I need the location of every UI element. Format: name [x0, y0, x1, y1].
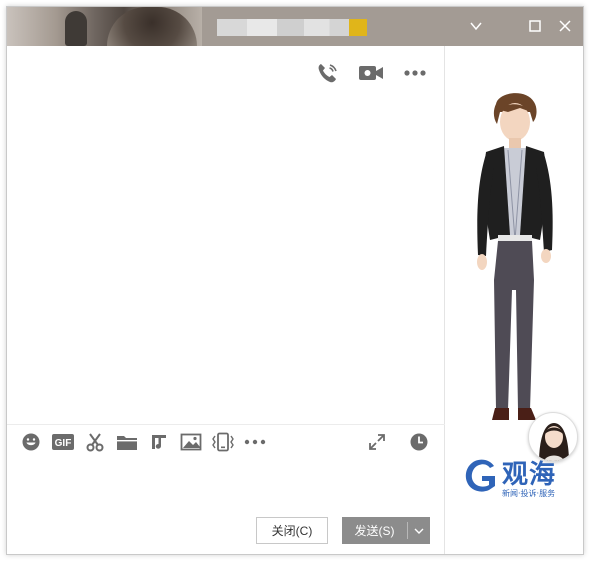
voice-call-icon[interactable] — [312, 60, 342, 86]
logo-g-icon — [465, 459, 495, 492]
chat-area: GIF 关闭(C) 发送(S) — [7, 46, 445, 554]
banner-person-large — [107, 7, 197, 46]
emoji-icon[interactable] — [15, 428, 47, 456]
maximize-icon[interactable] — [524, 15, 546, 37]
message-input[interactable] — [7, 458, 445, 518]
more-icon[interactable] — [239, 428, 271, 456]
input-toolbar: GIF — [7, 424, 445, 458]
video-call-icon[interactable] — [356, 60, 386, 86]
chevron-down-icon[interactable] — [408, 527, 430, 535]
music-icon[interactable] — [143, 428, 175, 456]
gif-label: GIF — [55, 438, 72, 449]
file-folder-icon[interactable] — [111, 428, 143, 456]
title-bar[interactable] — [7, 7, 583, 46]
toolbar-right-group — [361, 428, 435, 456]
close-button[interactable]: 关闭(C) — [256, 517, 328, 544]
side-panel: 观海 新闻·投诉·服务 — [446, 46, 583, 554]
title-banner-photo — [7, 7, 202, 46]
chat-header-actions — [312, 60, 430, 86]
brand-logo: 观海 新闻·投诉·服务 — [462, 454, 572, 498]
logo-text: 观海 — [502, 460, 557, 490]
history-clock-icon[interactable] — [403, 428, 435, 456]
close-button-label: 关闭(C) — [271, 524, 313, 538]
gif-icon[interactable]: GIF — [47, 428, 79, 456]
message-list[interactable] — [7, 96, 445, 418]
screenshot-scissors-icon[interactable] — [79, 428, 111, 456]
logo-subtitle: 新闻·投诉·服务 — [502, 489, 556, 498]
more-icon[interactable] — [400, 60, 430, 86]
expand-icon[interactable] — [361, 428, 393, 456]
banner-person-small — [65, 11, 87, 46]
chat-window: GIF 关闭(C) 发送(S) 观海 新闻·投诉·服务 — [6, 6, 584, 555]
image-icon[interactable] — [175, 428, 207, 456]
bottom-buttons: 关闭(C) 发送(S) — [256, 517, 430, 544]
shake-window-icon[interactable] — [207, 428, 239, 456]
close-icon[interactable] — [554, 15, 576, 37]
avatar-character-illustration — [477, 93, 553, 420]
send-button[interactable]: 发送(S) — [342, 517, 430, 544]
chevron-down-icon[interactable] — [465, 15, 487, 37]
send-button-label: 发送(S) — [354, 524, 395, 538]
contact-name-blurred — [217, 19, 367, 36]
